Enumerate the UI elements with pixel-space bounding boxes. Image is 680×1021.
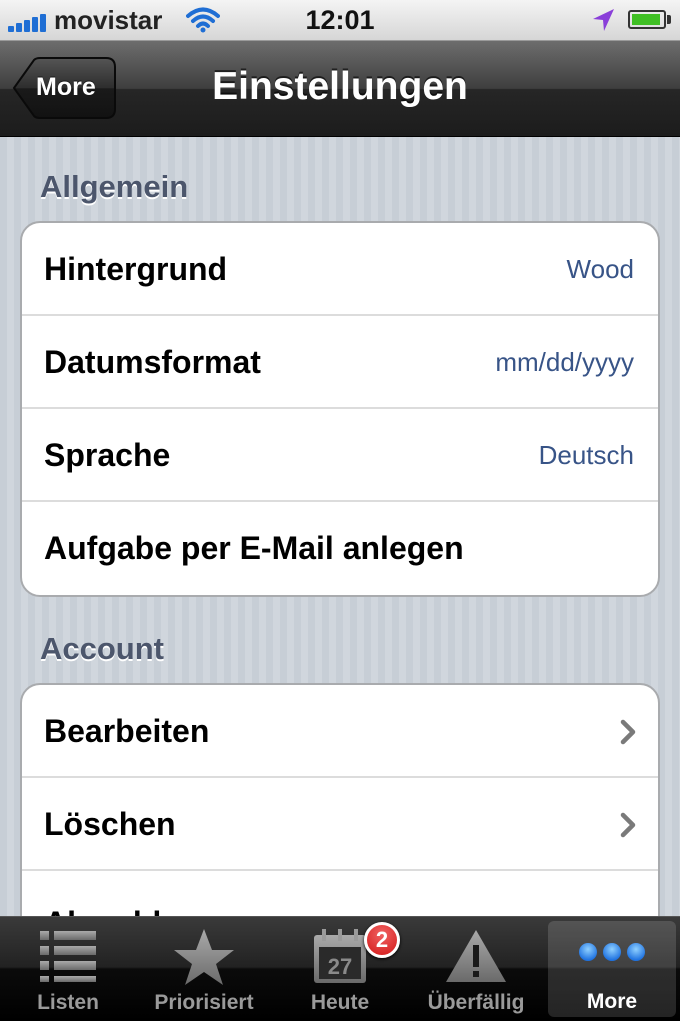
page-title: Einstellungen bbox=[212, 65, 468, 108]
battery-icon bbox=[628, 10, 666, 29]
today-count-badge: 2 bbox=[364, 922, 400, 958]
setting-row-background[interactable]: Hintergrund Wood bbox=[22, 223, 658, 316]
setting-row-edit[interactable]: Bearbeiten bbox=[22, 685, 658, 778]
group-general: Hintergrund Wood Datumsformat mm/dd/yyyy… bbox=[20, 221, 660, 597]
battery-tip bbox=[667, 15, 671, 24]
chevron-right-icon bbox=[620, 812, 636, 838]
star-icon bbox=[174, 929, 234, 985]
group-account: Bearbeiten Löschen Abmelden bbox=[20, 683, 660, 916]
setting-label: Aufgabe per E-Mail anlegen bbox=[44, 530, 464, 566]
settings-content[interactable]: Allgemein Hintergrund Wood Datumsformat … bbox=[0, 137, 680, 916]
tab-label: Priorisiert bbox=[154, 991, 254, 1014]
section-header-general: Allgemein bbox=[40, 169, 189, 204]
tab-label: More bbox=[586, 990, 638, 1013]
tab-label: Heute bbox=[310, 991, 370, 1014]
setting-value: Deutsch bbox=[538, 440, 634, 470]
warning-icon bbox=[446, 930, 506, 982]
tab-listen[interactable]: Listen bbox=[0, 917, 136, 1021]
setting-value: mm/dd/yyyy bbox=[495, 347, 634, 377]
calendar-icon: 27 bbox=[314, 929, 366, 983]
setting-label: Abmelden bbox=[44, 877, 199, 916]
status-time: 12:01 bbox=[305, 5, 375, 35]
battery-level bbox=[632, 14, 660, 25]
more-dots-icon bbox=[579, 943, 645, 961]
location-arrow-icon bbox=[593, 9, 614, 31]
tab-ueberfaellig[interactable]: Überfällig bbox=[408, 917, 544, 1021]
navigation-bar: More Einstellungen bbox=[0, 41, 680, 137]
setting-label: Hintergrund bbox=[44, 251, 228, 287]
tab-label: Überfällig bbox=[427, 991, 525, 1014]
tab-bar: Listen Priorisiert 27 Heute Überfällig M… bbox=[0, 916, 680, 1021]
setting-row-language[interactable]: Sprache Deutsch bbox=[22, 409, 658, 502]
setting-row-logout[interactable]: Abmelden bbox=[22, 871, 658, 916]
status-bar: movistar 12:01 bbox=[0, 0, 680, 41]
section-header-account: Account bbox=[40, 631, 164, 666]
list-icon bbox=[40, 931, 96, 982]
tab-label: Listen bbox=[37, 991, 99, 1014]
setting-row-delete[interactable]: Löschen bbox=[22, 778, 658, 871]
calendar-day: 27 bbox=[328, 954, 352, 979]
setting-row-date-format[interactable]: Datumsformat mm/dd/yyyy bbox=[22, 316, 658, 409]
setting-label: Bearbeiten bbox=[44, 713, 210, 749]
setting-row-email-task[interactable]: Aufgabe per E-Mail anlegen bbox=[22, 502, 658, 595]
setting-label: Sprache bbox=[44, 437, 171, 473]
tab-priorisiert[interactable]: Priorisiert bbox=[136, 917, 272, 1021]
setting-label: Löschen bbox=[44, 806, 176, 842]
setting-value: Wood bbox=[566, 254, 634, 284]
tab-more[interactable]: More bbox=[548, 921, 676, 1017]
setting-label: Datumsformat bbox=[44, 344, 261, 380]
chevron-right-icon bbox=[620, 719, 636, 745]
